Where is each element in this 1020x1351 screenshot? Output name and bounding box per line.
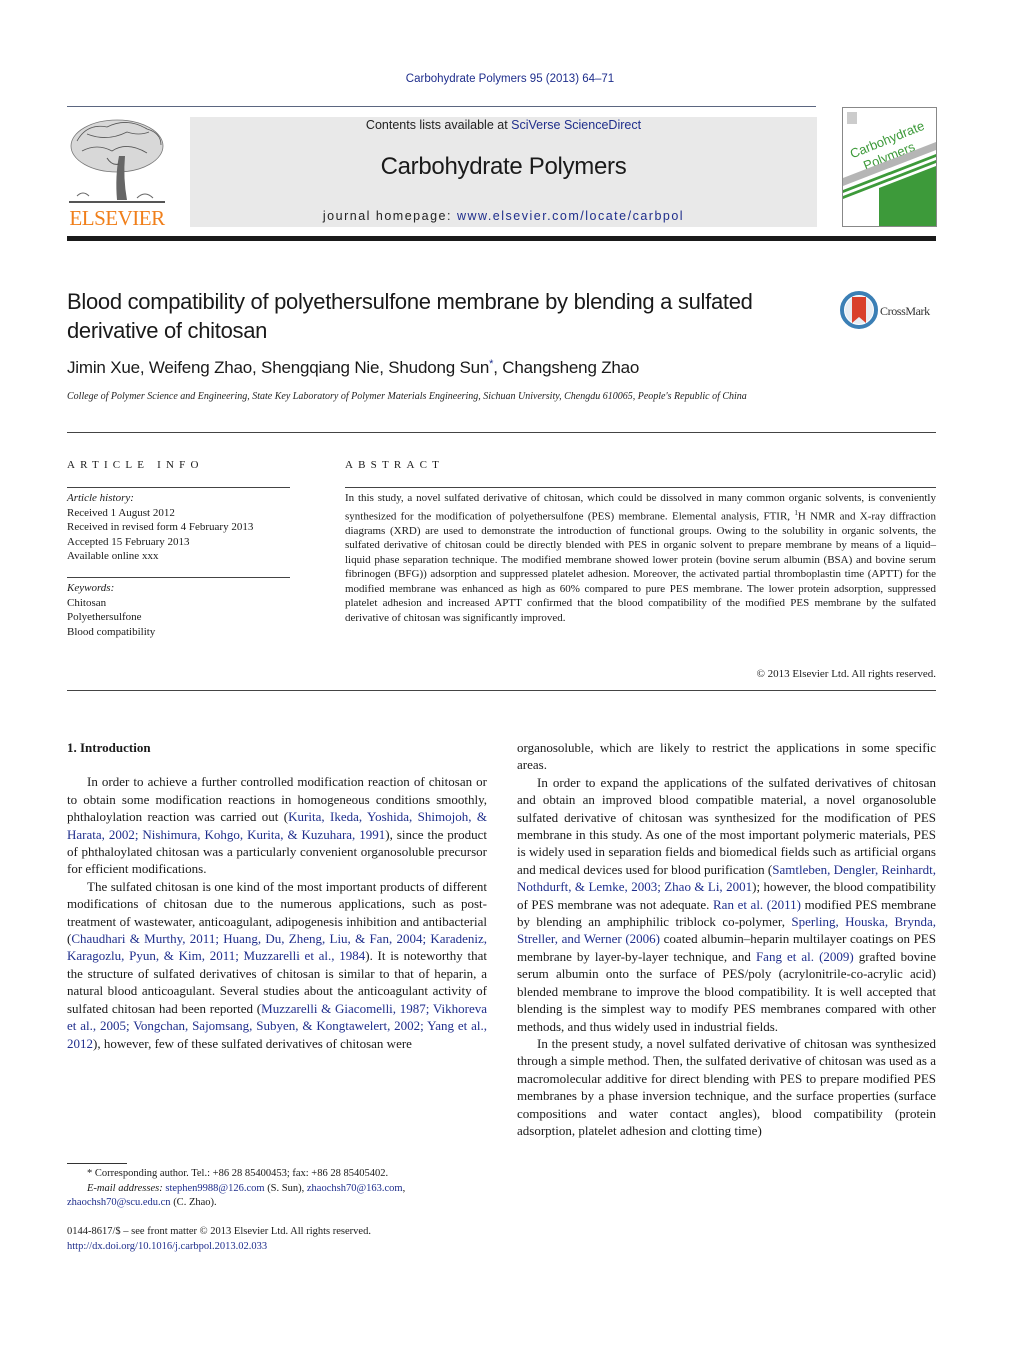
article-title: Blood compatibility of polyethersulfone … (67, 289, 753, 343)
email-link[interactable]: zhaochsh70@scu.edu.cn (67, 1197, 171, 1208)
journal-name: Carbohydrate Polymers (380, 153, 627, 180)
divider (67, 577, 290, 578)
authors-text: Jimin Xue, Weifeng Zhao, Shengqiang Nie,… (67, 358, 490, 377)
journal-homepage-link[interactable]: www.elsevier.com/locate/carbpol (457, 209, 684, 223)
tree-icon (69, 119, 165, 203)
keywords: Keywords: Chitosan Polyethersulfone Bloo… (67, 581, 297, 639)
contents-prefix: Contents lists available at (365, 118, 512, 132)
abstract-part: H NMR and X-ray diffraction diagrams (XR… (345, 510, 936, 624)
history-item: Accepted 15 February 2013 (67, 535, 190, 548)
email-link[interactable]: stephen9988@126.com (165, 1183, 264, 1194)
front-matter: 0144-8617/$ – see front matter © 2013 El… (67, 1225, 497, 1254)
crossmark-label: CrossMark (880, 304, 930, 318)
history-label: Article history: (67, 492, 134, 504)
keyword-item: Blood compatibility (67, 625, 156, 638)
email-addresses: E-mail addresses: stephen9988@126.com (S… (87, 1182, 406, 1194)
journal-citation[interactable]: Carbohydrate Polymers 95 (2013) 64–71 (0, 73, 1020, 85)
history-item: Available online xxx (67, 550, 159, 562)
paragraph: organosoluble, which are likely to restr… (517, 740, 936, 773)
email-link[interactable]: zhaochsh70@163.com (307, 1183, 403, 1194)
divider (67, 487, 290, 488)
doi-link[interactable]: http://dx.doi.org/10.1016/j.carbpol.2013… (67, 1241, 267, 1252)
sciencedirect-link[interactable]: SciVerse ScienceDirect (511, 118, 641, 132)
body-column-right: organosoluble, which are likely to restr… (517, 739, 936, 1139)
divider (67, 690, 936, 691)
paragraph: The sulfated chitosan is one kind of the… (67, 878, 487, 1051)
paragraph: In order to achieve a further controlled… (67, 774, 487, 877)
copyright-notice: © 2013 Elsevier Ltd. All rights reserved… (756, 668, 936, 680)
citation-link[interactable]: Ran et al. (2011) (713, 897, 801, 912)
elsevier-wordmark: ELSEVIER (69, 206, 165, 230)
history-item: Received 1 August 2012 (67, 506, 175, 519)
homepage-prefix: journal homepage: (322, 209, 457, 223)
authors-text-tail: , Changsheng Zhao (493, 358, 640, 377)
elsevier-logo[interactable]: ELSEVIER (67, 116, 167, 231)
cover-publisher-mark (847, 112, 857, 124)
citation-link[interactable]: Fang et al. (2009) (756, 949, 854, 964)
history-item: Received in revised form 4 February 2013 (67, 521, 254, 533)
crossmark-button[interactable]: CrossMark (840, 291, 940, 329)
section-heading: 1. Introduction (67, 740, 151, 755)
divider (67, 432, 936, 433)
header-thick-rule (67, 236, 936, 241)
header-rule (67, 106, 816, 107)
article-info-heading: ARTICLE INFO (67, 459, 204, 471)
keyword-item: Chitosan (67, 596, 107, 609)
footnotes: * Corresponding author. Tel.: +86 28 854… (67, 1167, 497, 1211)
keywords-label: Keywords: (67, 582, 115, 594)
email-addresses-cont: zhaochsh70@scu.edu.cn (C. Zhao). (67, 1197, 217, 1208)
paragraph: In the present study, a novel sulfated d… (517, 1035, 936, 1138)
divider (345, 487, 936, 488)
issn-line: 0144-8617/$ – see front matter © 2013 El… (67, 1226, 371, 1237)
contents-line: Contents lists available at SciVerse Sci… (190, 118, 817, 132)
journal-masthead: Contents lists available at SciVerse Sci… (190, 117, 817, 227)
corresponding-author-note: * Corresponding author. Tel.: +86 28 854… (87, 1168, 389, 1179)
article-history: Article history: Received 1 August 2012 … (67, 491, 297, 564)
paragraph: In order to expand the applications of t… (517, 774, 937, 1034)
body-column-left: 1. Introduction In order to achieve a fu… (67, 739, 487, 1052)
abstract-text: In this study, a novel sulfated derivati… (345, 491, 936, 625)
keyword-item: Polyethersulfone (67, 611, 142, 623)
footnote-rule (67, 1163, 127, 1164)
author-list: Jimin Xue, Weifeng Zhao, Shengqiang Nie,… (67, 358, 639, 378)
crossmark-icon (840, 291, 878, 329)
affiliation: College of Polymer Science and Engineeri… (67, 391, 747, 402)
journal-cover-thumbnail[interactable]: Carbohydrate Polymers (842, 107, 937, 227)
abstract-heading: ABSTRACT (345, 459, 445, 471)
homepage-line: journal homepage: www.elsevier.com/locat… (190, 209, 817, 223)
